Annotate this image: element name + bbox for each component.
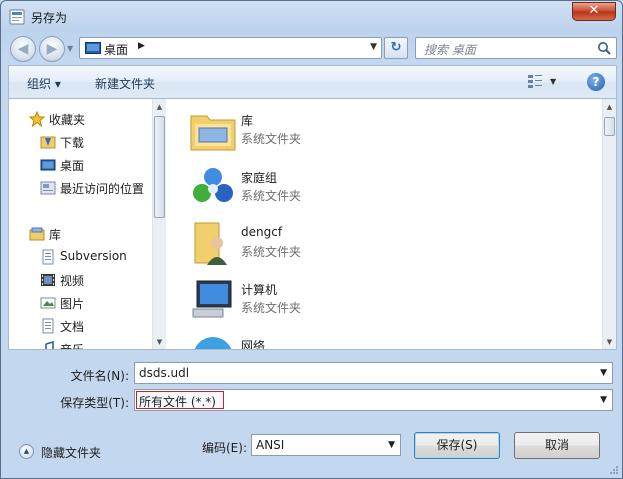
file-name: 家庭组 <box>241 171 278 185</box>
cancel-button[interactable]: 取消 <box>514 432 600 459</box>
encoding-label: 编码(E): <box>202 441 247 455</box>
document-icon <box>42 318 54 334</box>
forward-button[interactable]: ▶ <box>39 36 65 62</box>
hide-folders-label: 隐藏文件夹 <box>41 446 102 460</box>
scroll-thumb[interactable] <box>604 117 615 136</box>
nav-item-label: 最近访问的位置 <box>60 182 145 196</box>
resize-grip-icon[interactable] <box>609 465 619 475</box>
encoding-dropdown-icon[interactable]: ▼ <box>388 440 395 450</box>
desktop-icon <box>40 159 56 171</box>
save-as-window-icon <box>9 9 25 25</box>
filename-value[interactable]: dsds.udl <box>139 366 189 380</box>
window-title: 另存为 <box>31 11 68 25</box>
file-list-scrollbar[interactable]: ▲ ▼ <box>602 99 616 349</box>
document-icon <box>42 249 54 265</box>
chevron-up-icon: ▲ <box>19 444 34 459</box>
list-item[interactable]: 库 系统文件夹 <box>189 106 449 156</box>
back-button[interactable]: ◀ <box>10 36 36 62</box>
new-folder-button[interactable]: 新建文件夹 <box>95 75 155 92</box>
encoding-value[interactable]: ANSI <box>256 438 284 452</box>
refresh-icon: ↻ <box>390 40 402 55</box>
file-name: 库 <box>241 114 254 128</box>
scroll-up-icon[interactable]: ▲ <box>153 103 166 111</box>
computer-icon <box>192 280 232 318</box>
nav-item-label: 桌面 <box>60 159 85 173</box>
search-icon[interactable] <box>597 41 611 55</box>
command-bar: 组织 ▾ 新建文件夹 ▼ ? <box>8 65 617 98</box>
scroll-thumb[interactable] <box>154 116 165 218</box>
filetype-select[interactable]: 所有文件 (*.*) ▼ <box>134 389 613 411</box>
file-type: 系统文件夹 <box>241 301 302 315</box>
homegroup-icon <box>193 168 233 202</box>
user-folder-icon <box>194 222 227 265</box>
library-icon <box>29 227 45 241</box>
help-button[interactable]: ? <box>587 73 605 91</box>
file-name: 计算机 <box>241 283 278 297</box>
picture-icon <box>40 297 56 309</box>
breadcrumb-chevron-icon[interactable]: ▶ <box>138 41 145 51</box>
filetype-label: 保存类型(T): <box>60 396 129 410</box>
nav-item-label: 视频 <box>60 274 85 288</box>
arrow-right-icon: ▶ <box>46 41 58 57</box>
help-icon: ? <box>592 75 600 89</box>
star-icon <box>29 111 45 127</box>
title-bar[interactable]: 另存为 ✕ <box>1 1 622 31</box>
scroll-down-icon[interactable]: ▼ <box>153 338 166 346</box>
video-icon <box>41 274 55 286</box>
close-button[interactable]: ✕ <box>572 2 616 21</box>
navigation-scrollbar[interactable]: ▲ ▼ <box>152 99 166 349</box>
refresh-button[interactable]: ↻ <box>384 37 408 59</box>
list-item[interactable]: 家庭组 系统文件夹 <box>189 163 449 213</box>
address-bar[interactable]: 桌面 ▶ ▼ <box>79 37 382 59</box>
search-placeholder[interactable]: 搜索 桌面 <box>424 41 476 58</box>
encoding-select[interactable]: ANSI ▼ <box>251 434 401 456</box>
recent-places-icon <box>40 181 56 195</box>
address-location[interactable]: 桌面 <box>104 41 128 58</box>
list-item[interactable]: dengcf 系统文件夹 <box>189 219 449 269</box>
file-type: 系统文件夹 <box>241 245 302 259</box>
library-folder-icon <box>190 115 236 151</box>
change-view-icon[interactable] <box>527 73 543 89</box>
view-options-dropdown-icon[interactable]: ▼ <box>550 77 556 86</box>
file-type: 系统文件夹 <box>241 132 302 146</box>
nav-item-label: 收藏夹 <box>49 113 86 127</box>
list-item[interactable]: 网络 <box>189 331 449 349</box>
network-icon <box>194 337 232 349</box>
save-button[interactable]: 保存(S) <box>414 432 500 459</box>
filename-dropdown-icon[interactable]: ▼ <box>600 368 607 378</box>
nav-item-label: 图片 <box>60 297 85 311</box>
nav-item-label: 库 <box>49 228 62 242</box>
search-box[interactable]: 搜索 桌面 <box>415 37 617 59</box>
nav-item-label: 音乐 <box>60 341 84 349</box>
desktop-icon <box>85 42 101 54</box>
filetype-value[interactable]: 所有文件 (*.*) <box>139 393 216 410</box>
address-dropdown-icon[interactable]: ▼ <box>370 42 377 52</box>
filename-field[interactable]: dsds.udl ▼ <box>134 362 613 384</box>
close-icon: ✕ <box>588 3 600 18</box>
file-name: 网络 <box>241 339 266 349</box>
browser-pane: 收藏夹 下载 桌面 最近访问的位置 库 Subversion 视频 图片 文档 … <box>8 98 617 350</box>
file-name: dengcf <box>241 225 283 239</box>
scroll-up-icon[interactable]: ▲ <box>603 103 616 111</box>
file-type: 系统文件夹 <box>241 189 302 203</box>
nav-item-label: 文档 <box>60 320 85 334</box>
list-item[interactable]: 计算机 系统文件夹 <box>189 275 449 325</box>
nav-item-label: Subversion <box>60 249 127 263</box>
download-folder-icon <box>40 136 56 149</box>
nav-item-label: 下载 <box>60 136 85 150</box>
navigation-pane[interactable]: 收藏夹 下载 桌面 最近访问的位置 库 Subversion 视频 图片 文档 <box>9 99 152 349</box>
arrow-left-icon: ◀ <box>17 41 29 57</box>
music-icon <box>45 341 54 349</box>
save-as-dialog: 另存为 ✕ ◀ ▶ ▼ 桌面 ▶ ▼ ↻ 搜索 桌面 组织 ▾ 新建文件夹 ▼ … <box>0 0 623 479</box>
recent-pages-dropdown[interactable]: ▼ <box>67 44 73 53</box>
scroll-down-icon[interactable]: ▼ <box>603 338 616 346</box>
organize-menu-button[interactable]: 组织 ▾ <box>27 75 61 92</box>
file-list[interactable]: 库 系统文件夹 家庭组 系统文件夹 dengcf 系统文件夹 计算机 系统文件夹… <box>169 99 602 349</box>
filename-label: 文件名(N): <box>70 369 129 383</box>
filetype-dropdown-icon[interactable]: ▼ <box>600 395 607 405</box>
